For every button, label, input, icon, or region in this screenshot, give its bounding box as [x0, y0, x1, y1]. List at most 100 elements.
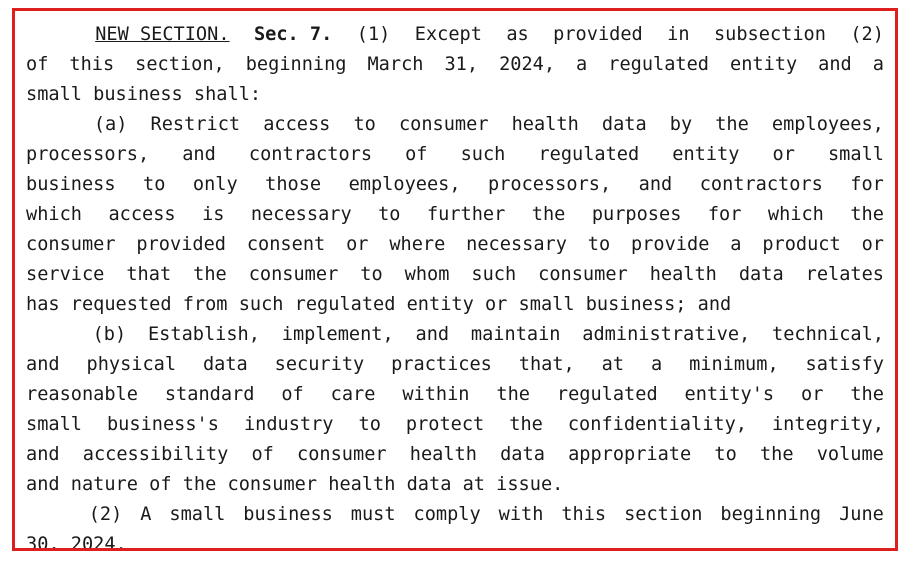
text-line: business to only those employees, processors,… [26, 170, 884, 200]
text-word: volume [816, 444, 884, 465]
section-number: Sec. 7. [253, 24, 333, 45]
text-word: the [850, 204, 884, 225]
text-word: contractors [248, 144, 373, 165]
text-word: this [561, 504, 607, 525]
text-word: product [762, 234, 841, 255]
text-line: has requested from such regulated entity… [26, 290, 884, 320]
text-word: satisfy [805, 354, 884, 375]
text-word: (b) [92, 324, 127, 345]
text-word: comply [413, 504, 481, 525]
text-word: such [460, 144, 506, 165]
text-word: which [26, 204, 82, 225]
text-word: processors, [488, 174, 612, 195]
text-word: and [26, 444, 60, 465]
text-word: 30, 2024. [26, 534, 127, 551]
text-word: or [861, 234, 884, 255]
text-word: small [26, 414, 82, 435]
text-word: and [415, 324, 450, 345]
text-word: and [182, 144, 216, 165]
text-word: 31, [444, 54, 479, 75]
text-word: has requested from such regulated entity… [26, 294, 732, 315]
text-word: small [169, 504, 226, 525]
text-line: of this section, beginning March 31, 2024, a reg… [26, 50, 884, 80]
text-word: for [850, 174, 884, 195]
text-word: or [801, 384, 824, 405]
text-word: a [576, 54, 588, 75]
text-word: employees, [771, 114, 884, 135]
text-word: provided [553, 24, 643, 45]
text-word: protect [405, 414, 485, 435]
text-line: and accessibility of consumer health data appr… [26, 440, 884, 470]
text-word: data [202, 354, 248, 375]
text-word: health [409, 444, 477, 465]
text-word: data [500, 444, 545, 465]
text-word: consumer [398, 114, 489, 135]
text-line: consumer provided consent or where necessary t… [26, 230, 884, 260]
paragraph: (2) Asmall business must comply with this secti… [26, 500, 884, 551]
text-word: for [707, 204, 742, 225]
text-word: of [405, 144, 428, 165]
text-word: to [143, 174, 166, 195]
text-word: or [772, 144, 795, 165]
text-word: the [850, 384, 884, 405]
text-word: whom [404, 264, 450, 285]
text-word: A [140, 504, 152, 525]
text-word: health [649, 264, 717, 285]
text-line: service that the consumer to whom such consumer… [26, 260, 884, 290]
text-word: technical, [772, 324, 884, 345]
text-word: access [263, 114, 331, 135]
text-word: provided [136, 234, 226, 255]
text-word: reasonable [26, 384, 138, 405]
text-word: service [26, 264, 105, 285]
text-word: only [192, 174, 238, 195]
text-word: necessary [466, 234, 567, 255]
paragraph: (b) Establish, implement, and maintain admini… [26, 320, 884, 500]
text-word: at [601, 354, 625, 375]
text-word: of [251, 444, 274, 465]
text-word: that, [518, 354, 575, 375]
text-word: June [839, 504, 884, 525]
text-word: within [402, 384, 470, 405]
text-word: industry [243, 414, 334, 435]
text-word: where [389, 234, 446, 255]
text-word: Establish, [147, 324, 260, 345]
text-word: beginning [245, 54, 347, 75]
text-word: (2) [88, 504, 123, 525]
text-word: and [638, 174, 673, 195]
text-word: of [26, 54, 49, 75]
text-word: (2) [850, 24, 884, 45]
text-word: as [506, 24, 529, 45]
text-word: regulated [556, 384, 658, 405]
text-word: to [587, 234, 611, 255]
text-word: practices [391, 354, 492, 375]
text-word: small business shall: [26, 84, 262, 105]
text-word: and [818, 54, 852, 75]
text-word: entity [672, 144, 740, 165]
text-word: a [872, 54, 884, 75]
text-word: Restrict [150, 114, 241, 135]
text-word: a [730, 234, 742, 255]
document-text-body: NEW SECTION. Sec. 7. (1) Except as provided in… [15, 11, 895, 551]
text-line: reasonable standard of care within the regulat… [26, 380, 884, 410]
text-word: small [827, 144, 884, 165]
text-word: minimum, [689, 354, 779, 375]
text-word: to [353, 114, 376, 135]
text-word: necessary [250, 204, 352, 225]
text-word: entity [730, 54, 798, 75]
text-word: section [624, 504, 703, 525]
text-word: and nature of the consumer health data a… [26, 474, 564, 495]
text-word: beginning [720, 504, 822, 525]
text-word: March [367, 54, 424, 75]
text-word: the [759, 444, 794, 465]
text-word: the [509, 414, 543, 435]
text-word: (1) [356, 24, 391, 45]
text-word: regulated [608, 54, 709, 75]
text-line: (b) Establish, implement, and maintain admini… [26, 320, 884, 350]
text-word: subsection [713, 24, 826, 45]
text-word: in [667, 24, 690, 45]
text-word: is [202, 204, 225, 225]
text-line: 30, 2024. [26, 530, 884, 551]
text-word: to [714, 444, 737, 465]
text-word: such [471, 264, 517, 285]
text-word: regulated [538, 144, 640, 165]
